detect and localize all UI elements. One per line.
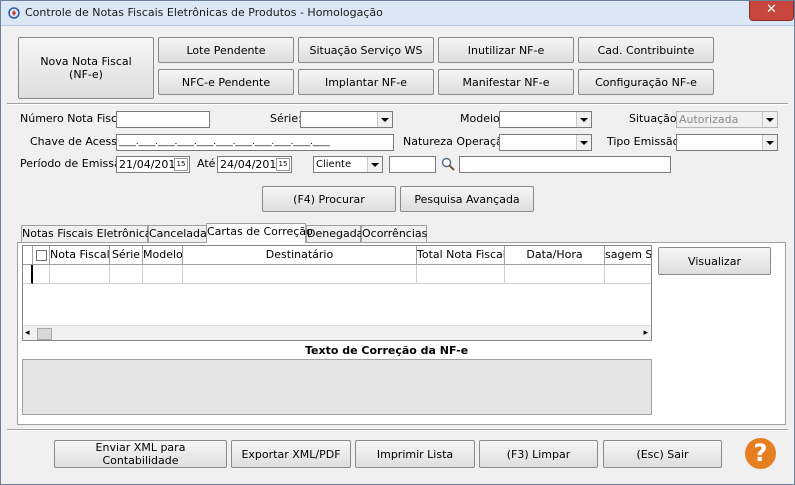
chevron-down-icon[interactable] xyxy=(367,157,382,172)
select-all-checkbox[interactable] xyxy=(36,250,47,261)
lote-pendente-button[interactable]: Lote Pendente xyxy=(158,37,294,63)
cartas-grid[interactable]: Nota Fiscal Série Modelo Destinatário To… xyxy=(22,245,652,341)
calendar-icon[interactable]: 15 xyxy=(276,158,290,171)
data-inicio-input[interactable]: 21/04/2018 15 xyxy=(116,156,190,173)
table-row-cell[interactable] xyxy=(505,265,605,284)
select-all-checkbox-header[interactable] xyxy=(33,246,50,265)
scroll-left-icon[interactable]: ◂ xyxy=(25,326,30,340)
table-row-cell[interactable] xyxy=(417,265,505,284)
scroll-thumb[interactable] xyxy=(37,328,52,340)
table-row-cell[interactable] xyxy=(143,265,183,284)
cad-contribuinte-button[interactable]: Cad. Contribuinte xyxy=(578,37,714,63)
nfce-pendente-button[interactable]: NFC-e Pendente xyxy=(158,69,294,95)
chevron-down-icon[interactable] xyxy=(576,112,591,127)
scroll-right-icon[interactable]: ▸ xyxy=(643,326,648,340)
ate-label: Até xyxy=(197,157,216,170)
table-row-cell[interactable] xyxy=(33,265,50,284)
table-row-cell[interactable] xyxy=(605,265,651,284)
tab-cartas-correcao[interactable]: Cartas de Correção xyxy=(206,223,313,243)
nome-input[interactable] xyxy=(459,156,671,173)
numero-nota-input[interactable] xyxy=(116,111,210,128)
data-fim-input[interactable]: 24/04/2018 15 xyxy=(217,156,292,173)
tab-ocorrencias[interactable]: Ocorrências xyxy=(361,225,427,242)
data-fim-value: 24/04/2018 xyxy=(220,158,284,171)
close-button[interactable]: ✕ xyxy=(749,1,794,21)
tipo-emissao-select[interactable] xyxy=(676,134,778,151)
modelo-select[interactable] xyxy=(499,111,592,128)
exportar-button[interactable]: Exportar XML/PDF xyxy=(231,440,351,468)
inutilizar-button[interactable]: Inutilizar NF-e xyxy=(438,37,574,63)
data-inicio-value: 21/04/2018 xyxy=(119,158,183,171)
situacao-label: Situação: xyxy=(629,112,681,125)
codigo-input[interactable] xyxy=(389,156,436,173)
situacao-select[interactable]: Autorizada xyxy=(676,111,778,128)
pesquisa-avancada-button[interactable]: Pesquisa Avançada xyxy=(400,186,534,212)
natureza-label: Natureza Operação: xyxy=(403,135,514,148)
app-icon xyxy=(8,7,20,19)
tipo-pessoa-value: Cliente xyxy=(316,159,352,170)
grid-row-indicator xyxy=(23,265,33,284)
tab-notas-fiscais[interactable]: Notas Fiscais Eletrônicas xyxy=(21,225,157,242)
situacao-value: Autorizada xyxy=(679,113,739,126)
table-row-cell[interactable] xyxy=(183,265,417,284)
window-title: Controle de Notas Fiscais Eletrônicas de… xyxy=(25,6,383,19)
column-header-destinatario[interactable]: Destinatário xyxy=(183,246,417,265)
grid-row-indicator-header xyxy=(23,246,33,265)
numero-label: Número Nota Fiscal: xyxy=(20,112,131,125)
natureza-select[interactable] xyxy=(499,134,592,151)
correction-textarea[interactable] xyxy=(22,359,652,415)
main-window: Controle de Notas Fiscais Eletrônicas de… xyxy=(0,0,795,485)
enviar-xml-button[interactable]: Enviar XML para Contabilidade xyxy=(54,440,227,468)
help-icon[interactable]: ? xyxy=(745,438,776,469)
limpar-button[interactable]: (F3) Limpar xyxy=(479,440,598,468)
tipo-pessoa-select[interactable]: Cliente xyxy=(313,156,383,173)
table-row-cell[interactable] xyxy=(50,265,110,284)
tab-cancelada[interactable]: Cancelada xyxy=(148,225,207,242)
serie-select[interactable] xyxy=(300,111,393,128)
correction-text-label: Texto de Correção da NF-e xyxy=(305,344,469,357)
column-header-total[interactable]: Total Nota Fiscal xyxy=(417,246,505,265)
chave-acesso-input[interactable]: ____.____.____.____.____.____.____.____.… xyxy=(116,134,394,151)
column-header-serie[interactable]: Série xyxy=(110,246,143,265)
serie-label: Série: xyxy=(270,112,302,125)
table-row-cell[interactable] xyxy=(110,265,143,284)
horizontal-scrollbar[interactable]: ◂ ▸ xyxy=(23,325,651,340)
title-bar[interactable]: Controle de Notas Fiscais Eletrônicas de… xyxy=(1,1,794,26)
chevron-down-icon[interactable] xyxy=(377,112,392,127)
sair-button[interactable]: (Esc) Sair xyxy=(603,440,722,468)
manifestar-button[interactable]: Manifestar NF-e xyxy=(438,69,574,95)
chevron-down-icon[interactable] xyxy=(762,112,777,127)
calendar-icon[interactable]: 15 xyxy=(174,158,188,171)
column-header-modelo[interactable]: Modelo xyxy=(143,246,183,265)
tab-denegada[interactable]: Denegada xyxy=(306,225,363,242)
imprimir-button[interactable]: Imprimir Lista xyxy=(355,440,475,468)
help-icon-glyph: ? xyxy=(753,439,768,467)
chevron-down-icon[interactable] xyxy=(576,135,591,150)
periodo-label: Período de Emissão: xyxy=(20,157,132,170)
implantar-button[interactable]: Implantar NF-e xyxy=(298,69,434,95)
chave-label: Chave de Acesso: xyxy=(30,135,128,148)
tipo-emissao-label: Tipo Emissão: xyxy=(607,135,684,148)
column-header-mensagem[interactable]: sagem SE xyxy=(605,246,651,265)
visualizar-button[interactable]: Visualizar xyxy=(658,247,771,275)
column-header-data-hora[interactable]: Data/Hora xyxy=(505,246,605,265)
modelo-label: Modelo: xyxy=(460,112,504,125)
footer-divider xyxy=(7,429,788,431)
toolbar-divider xyxy=(7,103,788,105)
situacao-servico-button[interactable]: Situação Serviço WS xyxy=(298,37,434,63)
chevron-down-icon[interactable] xyxy=(762,135,777,150)
nova-nota-button[interactable]: Nova Nota Fiscal (NF-e) xyxy=(18,37,154,99)
procurar-button[interactable]: (F4) Procurar xyxy=(262,186,396,212)
column-header-nota-fiscal[interactable]: Nota Fiscal xyxy=(50,246,110,265)
search-icon[interactable] xyxy=(441,157,455,171)
configuracao-button[interactable]: Configuração NF-e xyxy=(578,69,714,95)
